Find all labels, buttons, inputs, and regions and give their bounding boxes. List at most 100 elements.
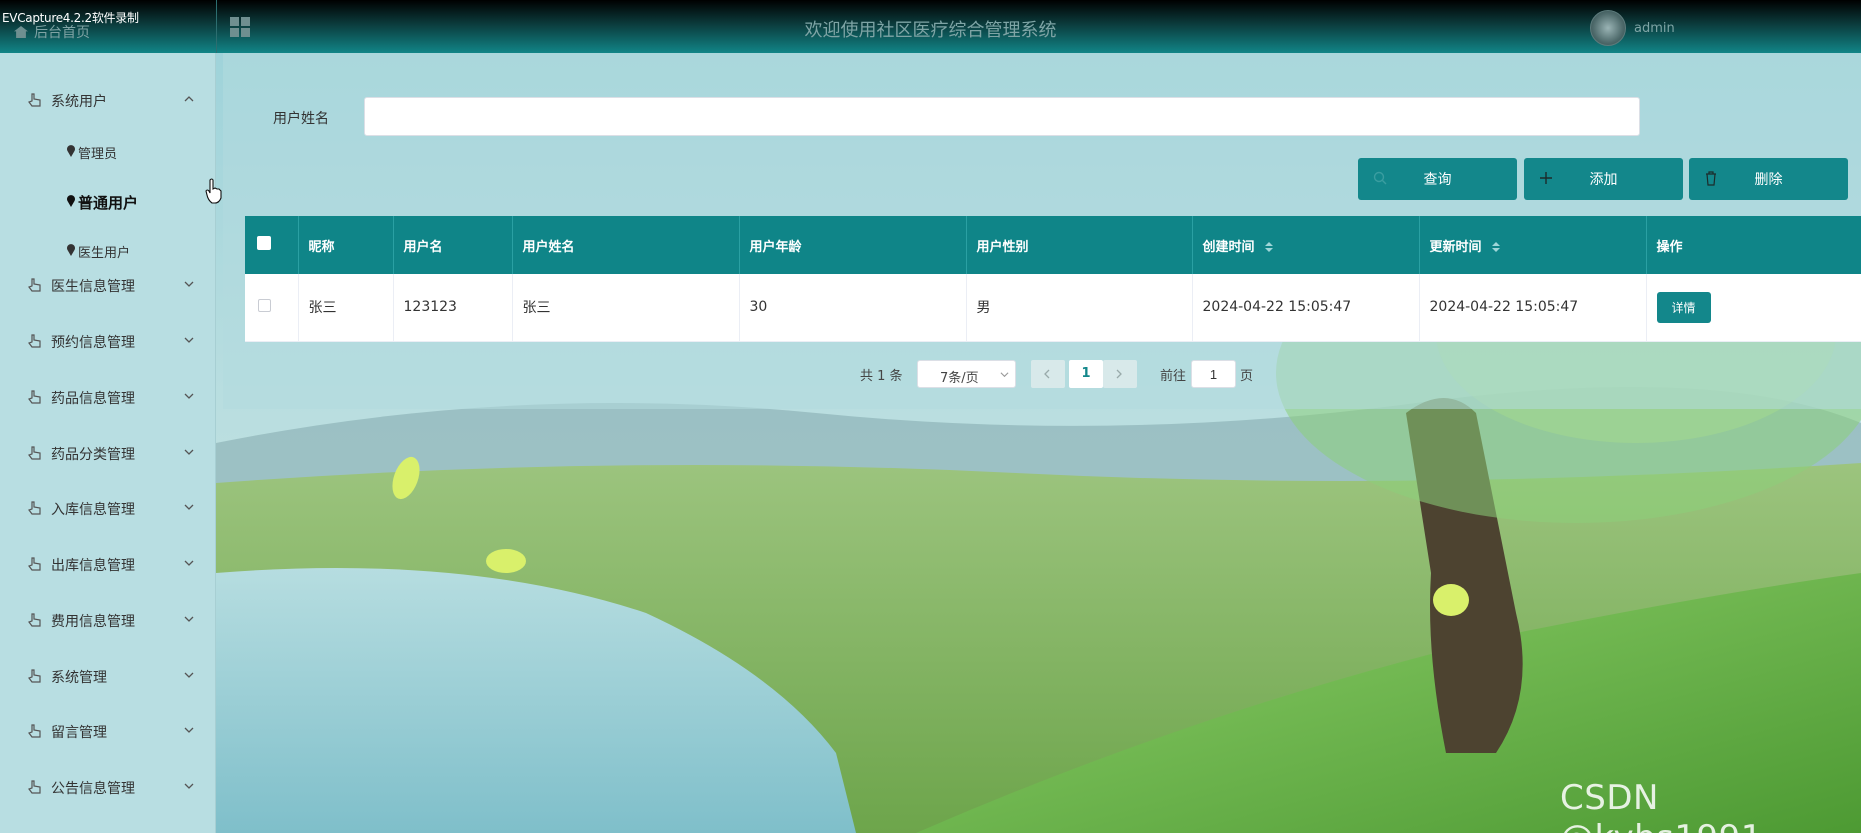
prev-page-button[interactable] [1031,360,1065,388]
mouse-hand-cursor-icon [205,178,222,204]
sidebar-item-medicine-category[interactable]: 药品分类管理 [0,433,216,473]
cell-realname: 张三 [512,274,740,342]
sidebar-item-label: 出库信息管理 [51,558,135,574]
sidebar-item-label: 医生信息管理 [51,279,135,295]
sidebar-item-system-users[interactable]: 系统用户 [0,80,216,120]
chevron-down-icon [184,504,194,510]
avatar[interactable] [1590,10,1626,46]
chevron-down-icon [184,337,194,343]
plus-icon [1540,172,1552,184]
hand-pointer-icon [28,334,41,348]
sidebar-item-appointment-info[interactable]: 预约信息管理 [0,321,216,361]
hand-pointer-icon [28,93,41,107]
cell-actions: 详情 [1646,274,1861,342]
sidebar-item-label: 系统管理 [51,670,107,686]
sidebar-subitem-normal-users[interactable]: 普通用户 [0,181,216,221]
sidebar-item-doctor-info[interactable]: 医生信息管理 [0,265,216,305]
chevron-down-icon [184,727,194,733]
query-button[interactable]: 查询 [1358,158,1517,200]
column-header-created[interactable]: 创建时间 [1192,216,1420,274]
table-header-row: 昵称 用户名 用户姓名 用户年龄 用户性别 创建时间 更新时间 操作 [245,216,1861,274]
table-row: 张三 123123 张三 30 男 2024-04-22 15:05:47 20… [245,274,1861,342]
hand-pointer-icon [28,724,41,738]
current-page-number[interactable]: 1 [1069,360,1103,388]
sidebar-item-stock-out[interactable]: 出库信息管理 [0,544,216,584]
sidebar-subitem-admin[interactable]: 管理员 [0,132,216,172]
users-table: 昵称 用户名 用户姓名 用户年龄 用户性别 创建时间 更新时间 操作 张三 12… [245,216,1861,342]
top-header: 后台首页 EVCapture4.2.2软件录制 欢迎使用社区医疗综合管理系统 a… [0,0,1861,53]
chevron-down-icon [184,393,194,399]
hand-pointer-icon [28,780,41,794]
sidebar-item-label: 入库信息管理 [51,502,135,518]
sidebar-item-announcements[interactable]: 公告信息管理 [0,767,216,807]
sort-caret-icon[interactable] [1492,241,1501,253]
sort-caret-icon[interactable] [1265,241,1274,253]
column-header-nickname: 昵称 [298,216,394,274]
cell-updated: 2024-04-22 15:05:47 [1419,274,1647,342]
hand-pointer-icon [28,669,41,683]
map-pin-icon [67,244,75,256]
delete-button[interactable]: 删除 [1689,158,1848,200]
column-header-label: 更新时间 [1429,239,1482,255]
cell-age: 30 [739,274,967,342]
page-size-select[interactable]: 7条/页 [917,360,1016,388]
add-button[interactable]: 添加 [1524,158,1683,200]
sidebar-subitem-label: 医生用户 [78,246,131,261]
chevron-down-icon [184,672,194,678]
search-label: 用户姓名 [273,111,329,127]
pagination-total: 共 1 条 [860,369,903,384]
sidebar-item-medicine-info[interactable]: 药品信息管理 [0,377,216,417]
column-header-gender: 用户性别 [966,216,1193,274]
chevron-down-icon [184,281,194,287]
chevron-right-icon [1116,369,1122,379]
hand-pointer-icon [28,446,41,460]
sidebar: 系统用户 管理员 普通用户 医生用户 医生信息管理 预约信息管理 药品信息管理 … [0,53,216,833]
page-title: 欢迎使用社区医疗综合管理系统 [804,20,1057,41]
row-select-cell[interactable] [245,274,299,342]
map-pin-icon [67,145,75,157]
sidebar-item-fee-info[interactable]: 费用信息管理 [0,600,216,640]
column-header-actions: 操作 [1646,216,1861,274]
sidebar-item-stock-in[interactable]: 入库信息管理 [0,488,216,528]
detail-button[interactable]: 详情 [1656,291,1711,323]
cell-gender: 男 [966,274,1193,342]
page-size-value: 7条/页 [940,371,979,386]
select-all-checkbox[interactable] [257,236,271,250]
sidebar-item-label: 留言管理 [51,725,107,741]
goto-page-input[interactable] [1191,360,1236,388]
hand-pointer-icon [28,390,41,404]
hand-pointer-icon [28,501,41,515]
username-label[interactable]: admin [1634,21,1675,36]
chevron-left-icon [1044,369,1050,379]
column-header-age: 用户年龄 [739,216,967,274]
chevron-down-icon [184,616,194,622]
sidebar-item-label: 系统用户 [51,94,107,110]
sidebar-item-messages[interactable]: 留言管理 [0,711,216,751]
sidebar-item-label: 预约信息管理 [51,335,135,351]
watermark-text: CSDN @kybs1991 [1560,778,1762,833]
cell-created: 2024-04-22 15:05:47 [1192,274,1420,342]
page-suffix-label: 页 [1240,369,1254,384]
chevron-down-icon [184,449,194,455]
column-header-updated[interactable]: 更新时间 [1419,216,1647,274]
search-icon [1373,171,1387,185]
column-header-username: 用户名 [393,216,513,274]
column-header-label: 创建时间 [1202,239,1255,255]
sidebar-item-label: 药品信息管理 [51,391,135,407]
sidebar-subitem-label: 管理员 [78,147,118,162]
row-checkbox[interactable] [258,298,271,312]
sidebar-item-label: 费用信息管理 [51,614,135,630]
chevron-down-icon [184,783,194,789]
cell-nickname: 张三 [298,274,394,342]
trash-icon [1706,171,1716,186]
chevron-down-icon [184,560,194,566]
sidebar-item-label: 药品分类管理 [51,447,135,463]
map-pin-icon [67,195,75,207]
column-header-realname: 用户姓名 [512,216,740,274]
sidebar-item-system-management[interactable]: 系统管理 [0,656,216,696]
goto-label: 前往 [1160,369,1187,384]
search-input[interactable] [364,97,1640,136]
next-page-button[interactable] [1103,360,1137,388]
select-all-cell[interactable] [245,216,299,274]
sidebar-subitem-label: 普通用户 [78,194,139,212]
